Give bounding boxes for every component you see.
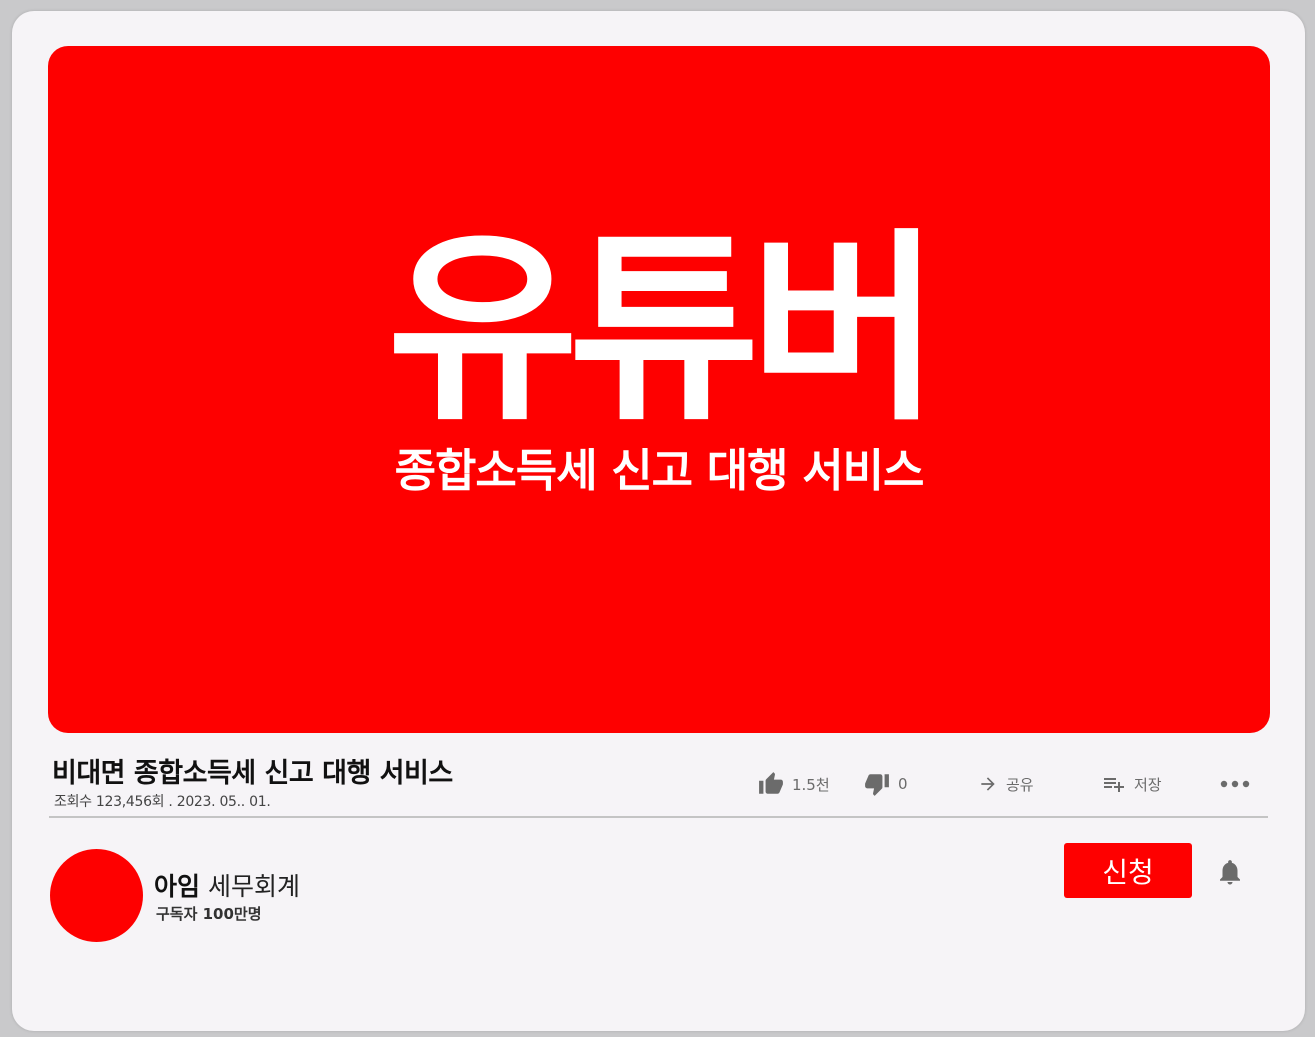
dislike-button[interactable]: 0 — [864, 768, 908, 800]
channel-name-bold: 아임 — [154, 872, 201, 901]
channel-avatar[interactable] — [50, 849, 143, 942]
channel-name-rest: 세무회계 — [207, 872, 300, 901]
thumbnail-title: 유튜버 — [387, 212, 941, 449]
like-button[interactable]: 1.5천 — [758, 768, 830, 800]
playlist-add-icon — [1104, 778, 1124, 792]
subscriber-count: 구독자 100만명 — [156, 905, 262, 923]
more-button[interactable] — [1219, 768, 1251, 800]
share-label: 공유 — [1006, 775, 1034, 794]
like-count: 1.5천 — [792, 775, 830, 794]
subscribe-button[interactable]: 신청 — [1064, 843, 1192, 898]
share-arrow-icon — [981, 777, 995, 791]
video-thumbnail[interactable]: 유튜버 종합소득세 신고 대행 서비스 — [48, 46, 1270, 733]
notification-bell-button[interactable] — [1215, 856, 1245, 892]
divider — [49, 816, 1268, 818]
share-button[interactable]: 공유 — [978, 768, 1034, 800]
action-bar: 1.5천 0 공유 저장 — [12, 768, 1305, 800]
dislike-count: 0 — [898, 775, 908, 793]
thumbnail-subtitle: 종합소득세 신고 대행 서비스 — [394, 444, 925, 497]
thumbs-down-icon — [865, 774, 889, 796]
video-card: 유튜버 종합소득세 신고 대행 서비스 비대면 종합소득세 신고 대행 서비스 … — [12, 11, 1305, 1031]
channel-name[interactable]: 아임 세무회계 — [154, 867, 300, 903]
more-horizontal-icon — [1220, 780, 1250, 788]
thumbs-up-icon — [759, 772, 783, 794]
save-label: 저장 — [1134, 775, 1162, 794]
save-button[interactable]: 저장 — [1102, 768, 1162, 800]
bell-icon — [1220, 860, 1240, 885]
